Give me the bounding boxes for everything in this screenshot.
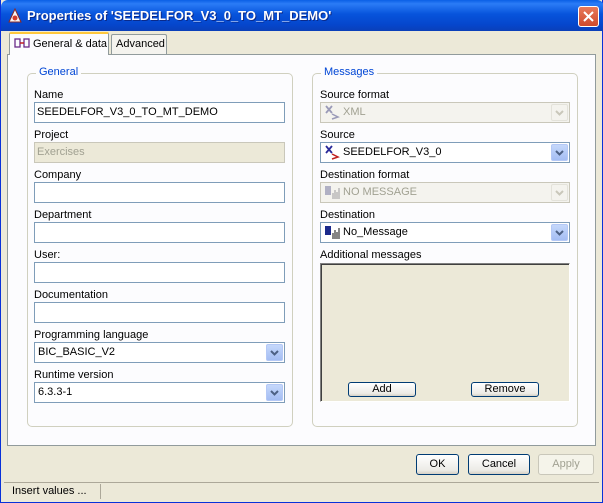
- name-label: Name: [34, 89, 64, 101]
- department-field[interactable]: [34, 222, 285, 243]
- properties-dialog: Properties of 'SEEDELFOR_V3_0_TO_MT_DEMO…: [0, 0, 603, 503]
- chevron-down-icon: [555, 110, 564, 116]
- source-format-dropdown-button: [551, 104, 568, 121]
- messages-group-title: Messages: [321, 66, 378, 78]
- documentation-label: Documentation: [34, 289, 108, 301]
- project-field: Exercises: [34, 142, 285, 163]
- tab-advanced-label: Advanced: [116, 38, 165, 50]
- app-icon: [8, 8, 22, 23]
- data-format-icon: [325, 226, 340, 239]
- tab-general-data-label: General & data: [33, 38, 107, 50]
- destination-format-value: NO MESSAGE: [343, 186, 417, 198]
- window-title: Properties of 'SEEDELFOR_V3_0_TO_MT_DEMO…: [27, 8, 332, 23]
- runtime-version-value: 6.3.3-1: [38, 386, 73, 398]
- destination-value: No_Message: [343, 226, 408, 238]
- chevron-down-icon: [555, 150, 564, 156]
- chevron-down-icon: [270, 350, 279, 356]
- programming-language-label: Programming language: [34, 329, 149, 341]
- destination-select[interactable]: No_Message: [320, 222, 570, 243]
- destination-label: Destination: [320, 209, 376, 221]
- runtime-version-dropdown-button[interactable]: [266, 384, 283, 401]
- apply-button: Apply: [538, 454, 594, 475]
- general-group-title: General: [36, 66, 82, 78]
- status-bar: Insert values ...: [4, 482, 599, 500]
- additional-messages-label: Additional messages: [320, 249, 422, 261]
- project-label: Project: [34, 129, 69, 141]
- programming-language-select[interactable]: BIC_BASIC_V2: [34, 342, 285, 363]
- close-button[interactable]: [578, 6, 599, 27]
- destination-format-dropdown-button: [551, 184, 568, 201]
- company-field[interactable]: [34, 182, 285, 203]
- source-dropdown-button[interactable]: [551, 144, 568, 161]
- user-field[interactable]: [34, 262, 285, 283]
- general-data-icon: [14, 38, 30, 48]
- source-format-label: Source format: [320, 89, 390, 101]
- data-format-icon: [325, 186, 340, 199]
- programming-language-dropdown-button[interactable]: [266, 344, 283, 361]
- title-bar[interactable]: Properties of 'SEEDELFOR_V3_0_TO_MT_DEMO…: [1, 0, 603, 31]
- chevron-down-icon: [555, 230, 564, 236]
- add-button[interactable]: Add: [348, 382, 416, 397]
- runtime-version-select[interactable]: 6.3.3-1: [34, 382, 285, 403]
- department-label: Department: [34, 209, 92, 221]
- documentation-field[interactable]: [34, 302, 285, 323]
- source-label: Source: [320, 129, 355, 141]
- close-icon: [583, 11, 594, 22]
- source-select[interactable]: SEEDELFOR_V3_0: [320, 142, 570, 163]
- cancel-button[interactable]: Cancel: [468, 454, 530, 475]
- source-format-select: XML: [320, 102, 570, 123]
- source-format-value: XML: [343, 106, 366, 118]
- user-label: User:: [34, 249, 61, 261]
- destination-format-select: NO MESSAGE: [320, 182, 570, 203]
- company-label: Company: [34, 169, 82, 181]
- runtime-version-label: Runtime version: [34, 369, 114, 381]
- remove-button[interactable]: Remove: [471, 382, 539, 397]
- chevron-down-icon: [270, 390, 279, 396]
- source-value: SEEDELFOR_V3_0: [343, 146, 442, 158]
- status-text: Insert values ...: [12, 485, 87, 497]
- tab-advanced[interactable]: Advanced: [111, 34, 167, 54]
- status-separator: [100, 484, 101, 499]
- programming-language-value: BIC_BASIC_V2: [38, 346, 116, 358]
- destination-dropdown-button[interactable]: [551, 224, 568, 241]
- chevron-down-icon: [555, 190, 564, 196]
- destination-format-label: Destination format: [320, 169, 410, 181]
- xml-format-icon: [325, 105, 340, 120]
- xml-format-icon: [325, 145, 340, 160]
- ok-button[interactable]: OK: [416, 454, 459, 475]
- name-field[interactable]: SEEDELFOR_V3_0_TO_MT_DEMO: [34, 102, 285, 123]
- tab-general-data[interactable]: General & data: [9, 32, 109, 55]
